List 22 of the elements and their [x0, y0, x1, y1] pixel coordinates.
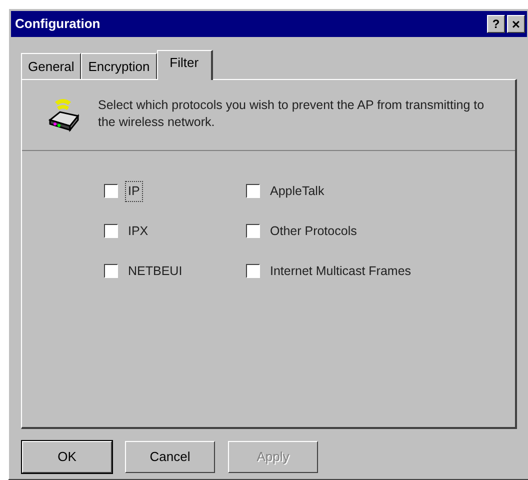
checkbox[interactable]: [104, 224, 118, 238]
description-text: Select which protocols you wish to prevent the AP from transmitting to the wireless network.: [98, 97, 486, 131]
checkbox-label: Other Protocols: [269, 222, 358, 240]
dialog-button[interactable]: Cancel: [125, 441, 215, 473]
tab[interactable]: General: [21, 53, 82, 79]
checkbox[interactable]: [246, 184, 260, 198]
wireless-device-icon: [46, 96, 80, 132]
checkbox-label: IPX: [127, 222, 150, 240]
tab[interactable]: Filter: [156, 50, 213, 80]
checkbox[interactable]: [104, 264, 118, 278]
help-button[interactable]: ?: [487, 15, 505, 33]
tab[interactable]: Encryption: [81, 53, 157, 79]
checkbox[interactable]: [246, 264, 260, 278]
checkbox[interactable]: [104, 184, 118, 198]
checkbox-label: IP: [125, 181, 143, 202]
close-button[interactable]: ×: [507, 15, 525, 33]
checkbox-label: Internet Multicast Frames: [269, 262, 412, 280]
checkbox-label: AppleTalk: [269, 183, 326, 200]
checkbox-label: NETBEUI: [127, 262, 184, 280]
window-title: Configuration: [15, 15, 100, 34]
checkbox[interactable]: [246, 224, 260, 238]
dialog-button[interactable]: OK: [22, 441, 112, 473]
